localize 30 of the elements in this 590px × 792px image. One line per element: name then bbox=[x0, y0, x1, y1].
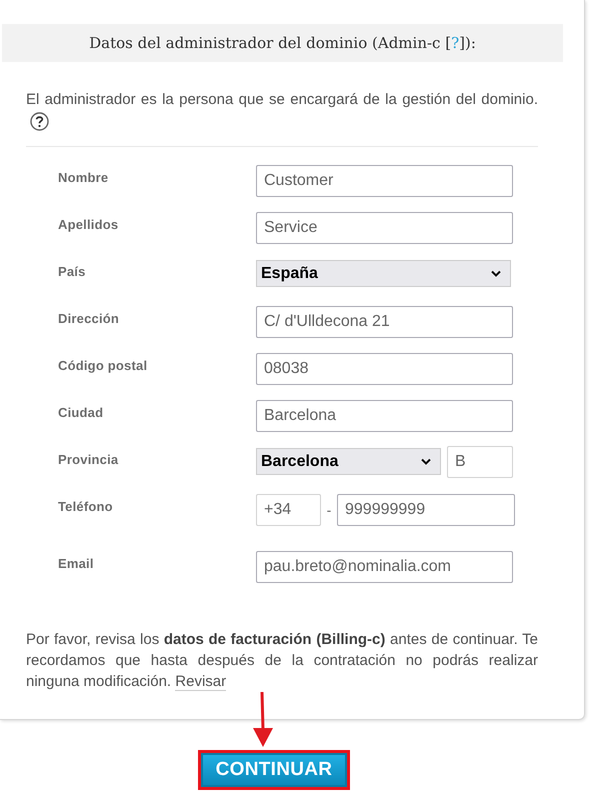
field-label: Ciudad bbox=[58, 404, 104, 420]
chevron-down-icon bbox=[420, 458, 432, 466]
field-label: Email bbox=[58, 555, 95, 571]
review-link[interactable]: Revisar bbox=[175, 673, 226, 691]
input-field[interactable]: Barcelona bbox=[256, 400, 513, 432]
phone-field[interactable]: 999999999 bbox=[337, 494, 515, 526]
input-field[interactable]: 08038 bbox=[256, 353, 513, 385]
continue-button[interactable]: CONTINUAR bbox=[198, 750, 350, 790]
input-field[interactable]: Service bbox=[256, 212, 513, 244]
chevron-down-icon bbox=[490, 270, 502, 278]
billing-notice: Por favor, revisa los datos de facturación (Billing-c) antes de continuar. Te recordamos que hasta después de la contratación no podrás realizar ninguna modificación. Revisar bbox=[26, 630, 538, 692]
field-label: Apellidos bbox=[58, 216, 120, 232]
field-label: Provincia bbox=[58, 451, 120, 467]
annotation-arrow bbox=[252, 692, 274, 748]
field-label: Código postal bbox=[58, 357, 148, 373]
field-label: Teléfono bbox=[58, 498, 114, 514]
input-field[interactable]: pau.breto@nominalia.com bbox=[256, 551, 513, 583]
field-label: País bbox=[58, 263, 87, 279]
intro-text: El administrador es la persona que se encargará de la gestión del dominio. bbox=[26, 91, 538, 108]
province-code-field[interactable]: B bbox=[447, 446, 513, 478]
input-field[interactable]: Customer bbox=[256, 165, 513, 197]
phone-prefix-field[interactable]: +34 bbox=[256, 494, 321, 526]
help-icon[interactable] bbox=[30, 112, 49, 131]
input-field[interactable]: C/ d'Ulldecona 21 bbox=[256, 306, 513, 338]
section-title: Datos del administrador del dominio (Admin-c [?]): bbox=[89, 34, 476, 52]
separator: - bbox=[326, 501, 332, 518]
country-select[interactable]: España bbox=[256, 260, 511, 287]
field-label: Dirección bbox=[58, 310, 120, 326]
province-select[interactable]: Barcelona bbox=[256, 448, 441, 475]
field-label: Nombre bbox=[58, 169, 110, 185]
